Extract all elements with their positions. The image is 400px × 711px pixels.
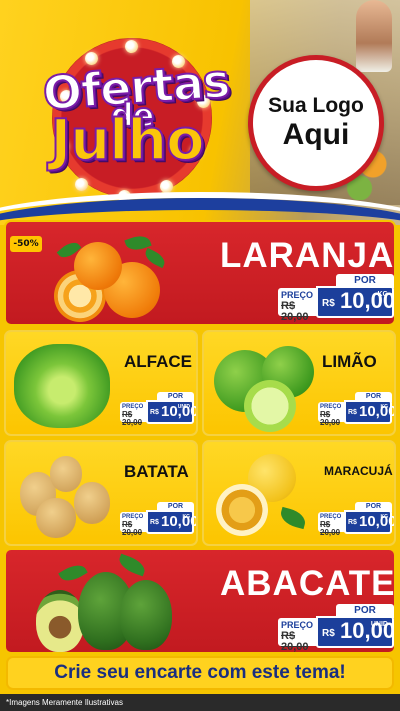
marquee-bulb	[75, 178, 88, 191]
new-price-box: R$ 10,00 KG	[316, 286, 394, 318]
price-tag: POR PREÇO R$ 20,00 R$ 10,00 KG	[278, 274, 394, 323]
header-banner: Ofertas de Julho Sua Logo Aqui	[0, 0, 400, 225]
price-tag: POR PREÇO R$ 20,00 R$ 10,00 KG	[318, 502, 394, 537]
old-price: R$ 20,00	[281, 630, 309, 653]
price-unit: UNID	[370, 621, 388, 628]
old-price-box: PREÇO R$ 20,00	[318, 402, 346, 427]
old-price: R$ 20,00	[122, 410, 143, 427]
old-price: R$ 20,00	[281, 300, 309, 323]
price-unit: UNID	[177, 404, 190, 410]
flyer-page: Ofertas de Julho Sua Logo Aqui LARANJA P…	[0, 0, 400, 711]
orange-icon	[74, 242, 122, 290]
leaf-icon	[116, 553, 148, 577]
lime-slice-icon	[244, 380, 296, 432]
cta-banner[interactable]: Crie seu encarte com este tema!	[6, 656, 394, 690]
avocado-icon	[120, 580, 172, 650]
product-card-limao[interactable]: LIMÃO POR PREÇO R$ 20,00 R$ 10,00 KG	[202, 330, 396, 436]
marquee-bulb	[160, 180, 173, 193]
price-tag: POR PREÇO R$ 20,00 R$ 10,00 KG	[318, 392, 394, 427]
title-julho: Julho	[49, 107, 205, 174]
product-card-maracuja[interactable]: MARACUJÁ POR PREÇO R$ 20,00 R$ 10,00 KG	[202, 440, 396, 546]
price-unit: KG	[182, 514, 191, 520]
lettuce-icon	[14, 344, 110, 428]
potato-icon	[74, 482, 110, 524]
new-price-box: R$ 10,00 KG	[146, 510, 196, 534]
new-price-box: R$ 10,00 UNID	[316, 616, 394, 648]
old-price: R$ 20,00	[320, 410, 341, 427]
currency: R$	[322, 628, 335, 639]
product-name: LARANJA	[220, 236, 395, 275]
cta-text: Crie seu encarte com este tema!	[54, 662, 346, 683]
price-unit: KG	[380, 404, 389, 410]
price-tag: POR PREÇO R$ 20,00 R$ 10,00 KG	[120, 502, 196, 537]
product-card-laranja[interactable]: LARANJA POR PREÇO R$ 20,00 R$ 10,00 KG	[4, 220, 396, 326]
product-name: ABACATE	[220, 564, 396, 603]
leaf-icon	[58, 560, 88, 586]
price-unit: KG	[380, 514, 389, 520]
discount-badge: -50%	[10, 236, 42, 252]
new-price-box: R$ 10,00 UNID	[146, 400, 196, 424]
product-card-batata[interactable]: BATATA POR PREÇO R$ 20,00 R$ 10,00 KG	[4, 440, 198, 546]
shopper-figure	[356, 0, 392, 72]
passion-fruit-half-icon	[216, 484, 268, 536]
currency: R$	[150, 519, 159, 526]
price-tag: POR PREÇO R$ 20,00 R$ 10,00 UNID	[278, 604, 394, 652]
product-name: BATATA	[124, 462, 189, 481]
product-name: ALFACE	[124, 352, 192, 371]
product-name: MARACUJÁ	[324, 464, 393, 478]
old-price-box: PREÇO R$ 20,00	[278, 618, 318, 652]
old-price: R$ 20,00	[320, 520, 341, 537]
old-price: R$ 20,00	[122, 520, 143, 537]
logo-text-line1: Sua Logo	[268, 94, 364, 118]
marquee-bulb	[125, 40, 138, 53]
old-price-box: PREÇO R$ 20,00	[120, 402, 148, 427]
price-value: 10,00	[359, 403, 396, 420]
leaf-icon	[278, 506, 308, 530]
old-price-box: PREÇO R$ 20,00	[278, 288, 318, 323]
product-card-abacate[interactable]: ABACATE POR PREÇO R$ 20,00 R$ 10,00 UNID	[4, 548, 396, 654]
currency: R$	[150, 409, 159, 416]
price-value: 10,00	[359, 513, 396, 530]
new-price-box: R$ 10,00 KG	[344, 400, 394, 424]
new-price-box: R$ 10,00 KG	[344, 510, 394, 534]
currency: R$	[348, 519, 357, 526]
old-price-box: PREÇO R$ 20,00	[318, 512, 346, 537]
product-card-alface[interactable]: ALFACE POR PREÇO R$ 20,00 R$ 10,00 UNID	[4, 330, 198, 436]
potato-icon	[50, 456, 82, 492]
disclaimer: *Imagens Meramente Ilustrativas	[0, 694, 400, 711]
price-value: 10,00	[161, 513, 198, 530]
old-price-box: PREÇO R$ 20,00	[120, 512, 148, 537]
price-unit: KG	[377, 291, 389, 298]
currency: R$	[348, 409, 357, 416]
logo-text-line2: Aqui	[282, 117, 350, 151]
product-name: LIMÃO	[322, 352, 377, 371]
price-tag: POR PREÇO R$ 20,00 R$ 10,00 UNID	[120, 392, 196, 427]
avocado-half-icon	[36, 590, 84, 652]
potato-icon	[36, 498, 76, 538]
currency: R$	[322, 298, 335, 309]
logo-placeholder[interactable]: Sua Logo Aqui	[248, 55, 384, 191]
